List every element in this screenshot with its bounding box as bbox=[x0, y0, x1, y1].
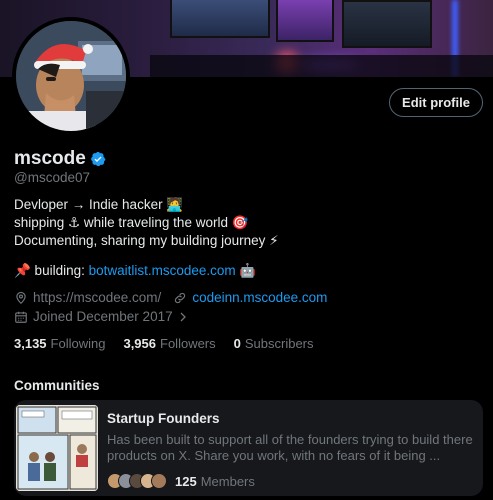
profile-links-row: https://mscodee.com/ codeinn.mscodee.com bbox=[14, 290, 327, 305]
community-name[interactable]: Startup Founders bbox=[107, 411, 479, 426]
edit-profile-button[interactable]: Edit profile bbox=[389, 88, 483, 117]
calendar-icon bbox=[15, 311, 27, 323]
community-details: Startup Founders Has been built to suppo… bbox=[107, 404, 479, 492]
community-description: Has been built to support all of the fou… bbox=[107, 432, 473, 463]
joined-row[interactable]: Joined December 2017 bbox=[14, 309, 194, 324]
banner-monitor bbox=[276, 0, 334, 42]
building-link[interactable]: botwaitlist.mscodee.com bbox=[89, 263, 236, 278]
following-label: Following bbox=[50, 336, 106, 351]
joined-date: Joined December 2017 bbox=[33, 309, 173, 324]
following-stat[interactable]: 3,135 Following bbox=[14, 336, 105, 351]
avatar-image bbox=[16, 21, 126, 131]
followers-count: 3,956 bbox=[123, 336, 157, 351]
followers-label: Followers bbox=[160, 336, 216, 351]
user-handle: @mscode07 bbox=[14, 170, 90, 185]
bio-building-line: 📌 building: botwaitlist.mscodee.com 🤖 bbox=[14, 262, 256, 280]
follow-stats: 3,135 Following 3,956 Followers 0 Subscribe… bbox=[14, 336, 314, 351]
following-count: 3,135 bbox=[14, 336, 47, 351]
communities-heading: Communities bbox=[14, 378, 100, 393]
display-name: mscode bbox=[14, 148, 86, 169]
subscribers-label: Subscribers bbox=[244, 336, 314, 351]
followers-stat[interactable]: 3,956 Followers bbox=[123, 336, 215, 351]
bio: Devloper → Indie hacker 🧑‍💻 shipping ⚓ wh… bbox=[14, 196, 279, 250]
banner-monitor bbox=[170, 0, 270, 38]
member-avatars bbox=[107, 473, 167, 489]
community-thumbnail bbox=[16, 405, 98, 491]
subscribers-stat[interactable]: 0 Subscribers bbox=[234, 336, 314, 351]
avatar[interactable] bbox=[12, 17, 130, 135]
website-link[interactable]: codeinn.mscodee.com bbox=[192, 290, 327, 305]
member-count: 125 bbox=[175, 473, 197, 489]
subscribers-count: 0 bbox=[233, 336, 241, 351]
building-suffix: 🤖 bbox=[235, 263, 257, 278]
website-text: https://mscodee.com/ bbox=[33, 290, 162, 305]
avatar-illustration bbox=[16, 21, 126, 131]
member-label: Members bbox=[200, 473, 255, 489]
community-members: 125 Members bbox=[107, 473, 479, 489]
verified-badge-icon[interactable] bbox=[90, 151, 106, 167]
location-pin-icon bbox=[16, 291, 26, 304]
community-comic-image bbox=[16, 405, 98, 491]
bio-line: Documenting, sharing my building journey… bbox=[14, 233, 279, 248]
bio-line: Devloper → Indie hacker 🧑‍💻 bbox=[14, 197, 184, 212]
member-avatar bbox=[151, 473, 167, 489]
link-icon bbox=[175, 292, 186, 303]
bio-line: shipping ⚓ while traveling the world 🎯 bbox=[14, 215, 249, 230]
building-prefix: 📌 building: bbox=[14, 263, 89, 278]
community-card[interactable]: Startup Founders Has been built to suppo… bbox=[14, 400, 483, 496]
display-name-row: mscode bbox=[14, 148, 106, 170]
banner-monitor bbox=[342, 0, 432, 48]
chevron-right-icon bbox=[180, 312, 186, 321]
banner-desk bbox=[150, 55, 493, 77]
